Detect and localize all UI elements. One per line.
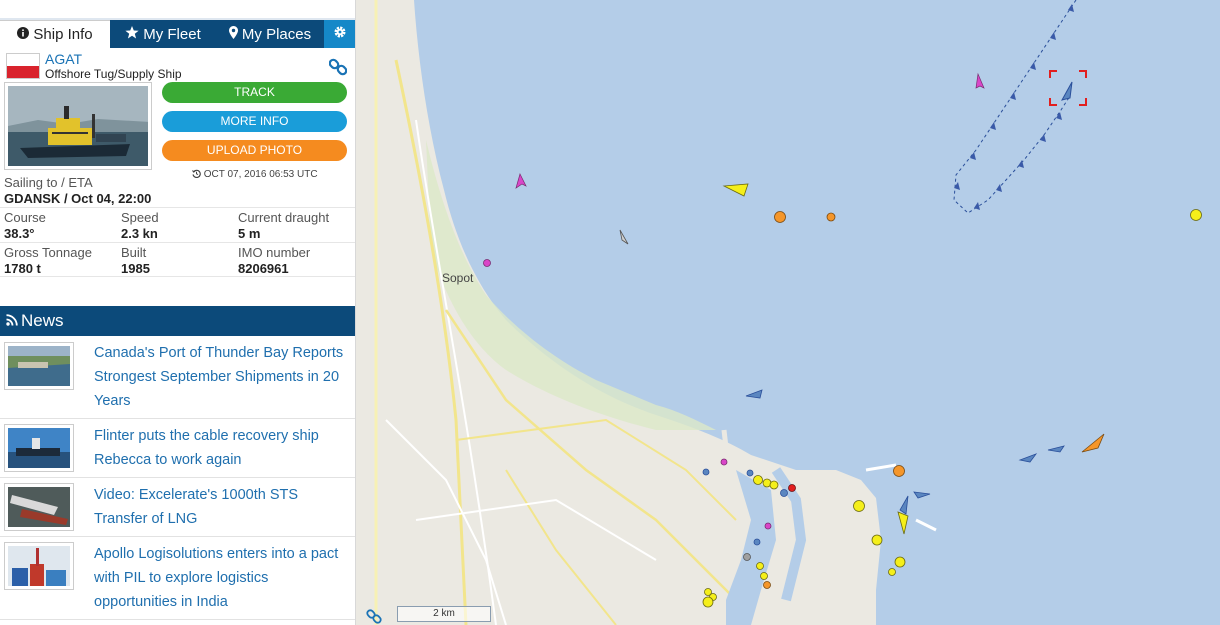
map-marker-icon — [228, 20, 238, 49]
track-button[interactable]: TRACK — [162, 82, 347, 103]
news-thumbnail[interactable] — [4, 542, 74, 590]
speed-label: Speed — [121, 210, 159, 225]
gross-tonnage-label: Gross Tonnage — [4, 245, 92, 260]
built-value: 1985 — [121, 261, 150, 276]
speed-value: 2.3 kn — [121, 226, 158, 241]
news-item[interactable]: Canada's Port of Thunder Bay Reports Str… — [0, 336, 355, 419]
map-canvas[interactable]: Sopot — [356, 0, 1220, 625]
news-thumbnail[interactable] — [4, 424, 74, 472]
draught-label: Current draught — [238, 210, 330, 225]
link-icon[interactable] — [328, 58, 349, 78]
news-title[interactable]: Video: Excelerate's 1000th STS Transfer … — [94, 483, 352, 531]
sailing-label: Sailing to / ETA — [4, 175, 93, 190]
ship-name[interactable]: AGAT — [45, 51, 82, 67]
divider — [0, 242, 355, 243]
top-decoration — [0, 18, 355, 20]
place-label-sopot: Sopot — [442, 271, 474, 285]
tab-my-fleet-label: My Fleet — [143, 25, 201, 43]
history-icon — [192, 169, 204, 180]
news-header: News — [0, 306, 355, 337]
news-title[interactable]: Flinter puts the cable recovery ship Reb… — [94, 424, 352, 472]
course-label: Course — [4, 210, 46, 225]
rss-icon — [6, 307, 18, 337]
more-info-button[interactable]: MORE INFO — [162, 111, 347, 132]
draught-value: 5 m — [238, 226, 261, 241]
timestamp-text: OCT 07, 2016 06:53 UTC — [203, 169, 318, 180]
course-value: 38.3° — [4, 226, 35, 241]
news-thumbnail[interactable] — [4, 483, 74, 531]
imo-value: 8206961 — [238, 261, 289, 276]
tab-my-places-label: My Places — [241, 25, 312, 43]
news-header-label: News — [21, 311, 64, 330]
news-item[interactable]: Apollo Logisolutions enters into a pact … — [0, 537, 355, 620]
gear-icon — [333, 20, 347, 49]
tab-ship-info[interactable]: Ship Info — [0, 20, 110, 48]
info-icon — [17, 20, 30, 49]
news-title[interactable]: Apollo Logisolutions enters into a pact … — [94, 542, 352, 614]
tab-my-fleet[interactable]: My Fleet — [110, 20, 216, 48]
position-timestamp: OCT 07, 2016 06:53 UTC — [192, 169, 318, 180]
settings-tab[interactable] — [324, 20, 355, 49]
tab-bar: Ship Info My Fleet My Places — [0, 0, 355, 48]
news-thumbnail[interactable] — [4, 342, 74, 390]
news-item[interactable]: Video: Excelerate's 1000th STS Transfer … — [0, 478, 355, 537]
flag-icon — [6, 53, 40, 79]
map-view[interactable]: Sopot 2 km — [356, 0, 1220, 625]
sailing-value: GDANSK / Oct 04, 22:00 — [4, 191, 152, 206]
divider — [0, 207, 355, 208]
ship-info-sidebar: Ship Info My Fleet My Places AGAT Offsho… — [0, 0, 356, 625]
divider — [0, 276, 355, 277]
tab-my-places[interactable]: My Places — [216, 20, 324, 48]
map-scale: 2 km — [397, 606, 491, 622]
news-item[interactable]: Flinter puts the cable recovery ship Reb… — [0, 419, 355, 478]
tab-ship-info-label: Ship Info — [33, 26, 93, 43]
ship-type: Offshore Tug/Supply Ship — [45, 67, 182, 81]
ship-photo[interactable] — [4, 82, 152, 170]
gross-tonnage-value: 1780 t — [4, 261, 41, 276]
news-title[interactable]: Canada's Port of Thunder Bay Reports Str… — [94, 341, 352, 413]
tab-strip: Ship Info My Fleet My Places — [0, 20, 355, 49]
upload-photo-button[interactable]: UPLOAD PHOTO — [162, 140, 347, 161]
star-icon — [125, 20, 139, 49]
built-label: Built — [121, 245, 147, 260]
imo-label: IMO number — [238, 245, 311, 260]
